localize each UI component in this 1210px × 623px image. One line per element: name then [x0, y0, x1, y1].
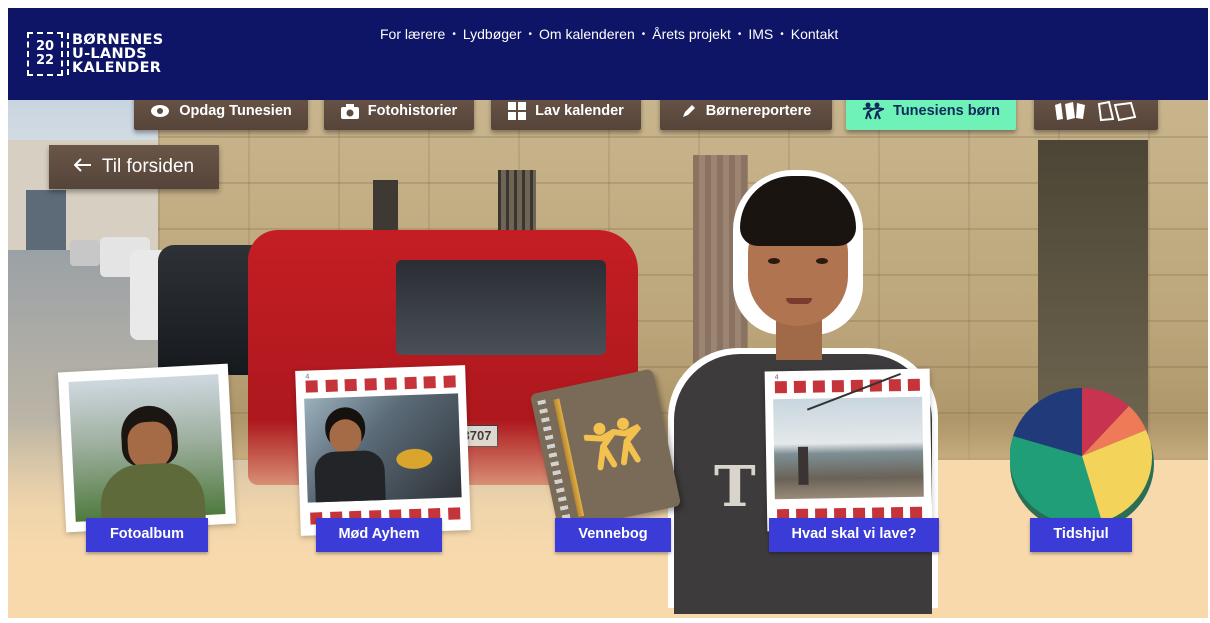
parked-car [70, 240, 100, 266]
pen-icon [681, 103, 697, 119]
camera-icon [340, 103, 359, 119]
van-window [396, 260, 606, 355]
nav-separator: • [528, 28, 533, 40]
logo-year: 20 22 [27, 32, 63, 76]
kids-icon [862, 102, 885, 120]
nav-separator: • [452, 28, 456, 40]
nav-link-kontakt[interactable]: Kontakt [791, 26, 838, 42]
nav-link-lydboger[interactable]: Lydbøger [463, 26, 522, 42]
hvad-skal-vi-lave-photo[interactable]: 4 [764, 368, 933, 532]
logo-text: BØRNENES U-LANDS KALENDER [67, 33, 163, 75]
back-to-home-button[interactable]: Til forsiden [49, 145, 219, 189]
mod-ayhem-photo[interactable]: 4 [295, 365, 471, 536]
top-nav: For lærere • Lydbøger • Om kalenderen • … [380, 26, 838, 42]
building-window [498, 170, 536, 230]
pie-chart-icon [1010, 388, 1153, 524]
page-frame: 3707 20 22 BØRNENES U-LANDS KALENDER [8, 8, 1208, 618]
vennebog-button[interactable]: Vennebog [555, 518, 671, 552]
building-window [373, 180, 398, 230]
top-bar: 20 22 BØRNENES U-LANDS KALENDER For lære… [8, 8, 1208, 100]
eye-icon [150, 104, 170, 118]
grid-icon [508, 102, 527, 120]
nav-separator: • [780, 28, 784, 40]
friends-icon [581, 412, 649, 478]
tidshjul-button[interactable]: Tidshjul [1030, 518, 1132, 552]
mod-ayhem-button[interactable]: Mød Ayhem [316, 518, 442, 552]
nav-separator: • [641, 28, 646, 40]
nav-link-om-kalenderen[interactable]: Om kalenderen [539, 26, 635, 42]
fotoalbum-photo[interactable] [57, 363, 237, 533]
nav-separator: • [737, 28, 742, 40]
hvad-skal-vi-lave-button[interactable]: Hvad skal vi lave? [769, 518, 939, 552]
ramasjang-logo [1051, 99, 1141, 123]
nav-link-for-laerere[interactable]: For lærere [380, 26, 445, 42]
arrow-left-icon [73, 156, 92, 178]
tidshjul-wheel[interactable] [1010, 388, 1154, 532]
fotoalbum-button[interactable]: Fotoalbum [86, 518, 208, 552]
nav-link-ims[interactable]: IMS [748, 26, 773, 42]
site-logo[interactable]: 20 22 BØRNENES U-LANDS KALENDER [27, 32, 163, 76]
nav-link-arets-projekt[interactable]: Årets projekt [652, 26, 731, 42]
